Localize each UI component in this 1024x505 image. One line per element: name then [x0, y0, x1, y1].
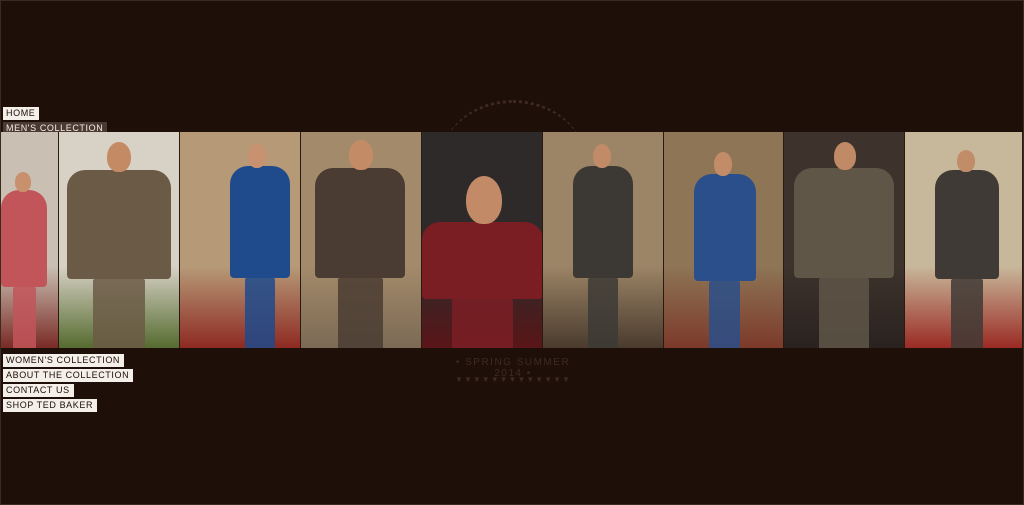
model-figure	[421, 176, 542, 348]
model-trousers	[587, 277, 618, 348]
model-trousers	[12, 286, 36, 348]
model-figure	[693, 152, 756, 348]
model-jacket	[67, 170, 172, 280]
collection-image-strip[interactable]	[1, 132, 1023, 348]
model-jacket	[935, 170, 1000, 280]
model-jacket	[693, 174, 756, 281]
model-figure	[794, 142, 895, 348]
panel-check-jacket[interactable]	[59, 132, 181, 348]
model-jacket	[315, 168, 406, 279]
model-head	[834, 142, 857, 170]
model-head	[15, 172, 31, 192]
model-trousers	[245, 277, 276, 348]
model-trousers	[709, 280, 740, 348]
season-triangle-divider: ▼▼▼▼▼▼▼▼▼▼▼▼▼	[455, 375, 571, 384]
model-trousers	[93, 279, 146, 348]
model-figure	[572, 144, 633, 348]
panel-check-double[interactable]	[784, 132, 906, 348]
model-jacket	[794, 168, 895, 279]
panel-brown-suit[interactable]	[905, 132, 1023, 348]
model-jacket	[1, 190, 47, 287]
panel-grey-suit[interactable]	[542, 132, 664, 348]
model-head	[107, 142, 132, 172]
model-jacket	[230, 166, 291, 278]
model-head	[592, 144, 611, 168]
model-jacket	[572, 166, 633, 278]
model-jacket	[421, 222, 542, 299]
model-head	[248, 144, 267, 168]
panel-pink-blazer[interactable]	[1, 132, 60, 348]
panel-tweed-jacket[interactable]	[301, 132, 422, 348]
model-figure	[67, 142, 172, 348]
bottom-nav: WOMEN'S COLLECTION ABOUT THE COLLECTION …	[3, 350, 134, 412]
top-nav: HOME MEN'S COLLECTION	[3, 103, 108, 135]
model-head	[957, 150, 976, 172]
panel-couple[interactable]	[180, 132, 302, 348]
panel-blue-smoke[interactable]	[663, 132, 785, 348]
model-trousers	[951, 279, 984, 348]
model-trousers	[337, 278, 383, 348]
panel-paisley-closeup[interactable]	[421, 132, 543, 348]
model-head	[465, 176, 502, 224]
model-figure	[230, 144, 291, 348]
model-head	[713, 152, 732, 176]
model-figure	[315, 140, 406, 348]
model-figure	[1, 172, 47, 348]
nav-shop-ted-baker-link[interactable]: SHOP TED BAKER	[3, 399, 98, 412]
model-trousers	[819, 278, 870, 348]
model-head	[349, 140, 374, 170]
model-trousers	[452, 298, 513, 348]
model-figure	[935, 150, 1000, 348]
